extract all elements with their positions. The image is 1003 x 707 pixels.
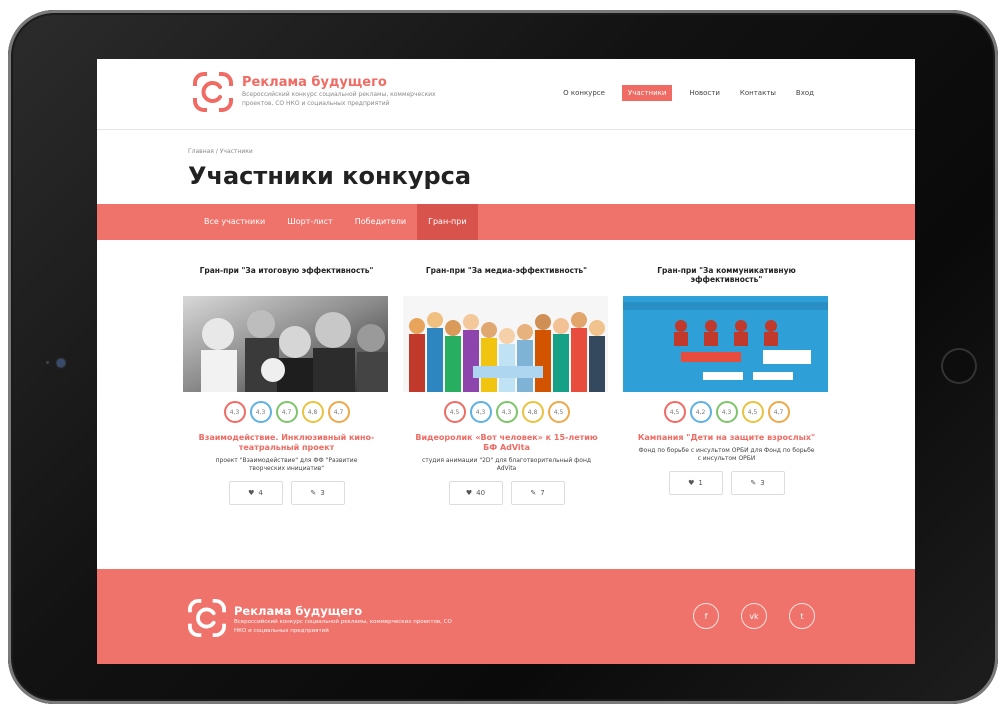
- page-title: Участники конкурса: [188, 162, 472, 190]
- twitter-icon[interactable]: t: [789, 603, 815, 629]
- rating-scores: 4,5 4,3 4,3 4,8 4,5: [403, 401, 610, 423]
- footer-logo-text: Реклама будущего Всероссийский конкурс с…: [234, 604, 454, 636]
- vk-icon[interactable]: vk: [741, 603, 767, 629]
- card-image[interactable]: [623, 296, 828, 392]
- comment-icon: ✎: [750, 479, 757, 487]
- nav-contacts[interactable]: Контакты: [737, 85, 779, 101]
- tab-winners[interactable]: Победители: [344, 204, 417, 240]
- logo-icon[interactable]: [193, 72, 233, 112]
- like-button[interactable]: ♥ 1: [668, 471, 723, 495]
- comment-count: 3: [760, 479, 765, 487]
- like-count: 4: [258, 489, 263, 497]
- nav-news[interactable]: Новости: [686, 85, 722, 101]
- sensor-dot: [46, 361, 49, 364]
- heart-icon: ♥: [688, 479, 695, 487]
- score-badge: 4,2: [689, 401, 712, 423]
- main-nav: О конкурсе Участники Новости Контакты Вх…: [560, 85, 817, 101]
- score-badge: 4,7: [767, 401, 790, 423]
- score-badge: 4,5: [547, 401, 570, 423]
- nav-login[interactable]: Вход: [793, 85, 817, 101]
- card-title[interactable]: Видеоролик «Вот человек» к 15-летию БФ A…: [403, 433, 610, 453]
- heart-icon: ♥: [465, 489, 473, 497]
- card-actions: ♥ 40 ✎ 7: [403, 481, 610, 505]
- comments-button[interactable]: ✎ 7: [510, 481, 565, 505]
- tab-shortlist[interactable]: Шорт-лист: [276, 204, 343, 240]
- comment-count: 3: [320, 489, 325, 497]
- logo-title[interactable]: Реклама будущего: [242, 75, 457, 90]
- facebook-icon[interactable]: f: [693, 603, 719, 629]
- like-button[interactable]: ♥ 4: [228, 481, 283, 505]
- like-button[interactable]: ♥ 40: [448, 481, 503, 505]
- site-footer: Реклама будущего Всероссийский конкурс с…: [97, 569, 915, 664]
- rating-scores: 4,3 4,3 4,7 4,8 4,7: [183, 401, 390, 423]
- comment-icon: ✎: [310, 489, 317, 497]
- card-title[interactable]: Кампания "Дети на защите взрослых": [623, 433, 830, 443]
- card-heading: Гран-при "За итоговую эффективность": [199, 266, 374, 275]
- footer-logo-subtitle: Всероссийский конкурс социальной рекламы…: [234, 619, 452, 634]
- tab-all[interactable]: Все участники: [193, 204, 276, 240]
- score-badge: 4,8: [301, 401, 324, 423]
- comments-button[interactable]: ✎ 3: [730, 471, 785, 495]
- comments-button[interactable]: ✎ 3: [290, 481, 345, 505]
- tabs: Все участники Шорт-лист Победители Гран-…: [193, 204, 478, 240]
- comment-icon: ✎: [530, 489, 537, 497]
- card-participant: Гран-при "За коммуникативную эффективнос…: [623, 266, 830, 495]
- score-badge: 4,5: [663, 401, 686, 423]
- score-badge: 4,3: [249, 401, 272, 423]
- footer-logo-icon[interactable]: [188, 599, 226, 637]
- card-heading: Гран-при "За медиа-эффективность": [425, 266, 588, 275]
- comment-count: 7: [540, 489, 545, 497]
- card-actions: ♥ 4 ✎ 3: [183, 481, 390, 505]
- score-badge: 4,8: [521, 401, 544, 423]
- logo-text: Реклама будущего Всероссийский конкурс с…: [242, 75, 457, 108]
- card-actions: ♥ 1 ✎ 3: [623, 471, 830, 495]
- card-image[interactable]: [183, 296, 388, 392]
- nav-about[interactable]: О конкурсе: [560, 85, 608, 101]
- like-count: 1: [698, 479, 703, 487]
- home-button[interactable]: [941, 348, 977, 384]
- like-count: 40: [476, 489, 486, 497]
- footer-logo-title: Реклама будущего: [234, 604, 363, 618]
- breadcrumb[interactable]: Главная / Участники: [188, 148, 253, 155]
- card-heading: Гран-при "За коммуникативную эффективнос…: [657, 266, 796, 284]
- rating-scores: 4,5 4,2 4,3 4,5 4,7: [623, 401, 830, 423]
- score-badge: 4,7: [327, 401, 350, 423]
- tab-grand-prix[interactable]: Гран-при: [417, 204, 478, 240]
- score-badge: 4,5: [443, 401, 466, 423]
- camera-icon: [57, 359, 65, 367]
- heart-icon: ♥: [248, 489, 255, 497]
- card-participant: Гран-при "За медиа-эффективность" 4,5 4,…: [403, 266, 610, 505]
- tabs-bar: Все участники Шорт-лист Победители Гран-…: [97, 204, 915, 240]
- score-badge: 4,7: [275, 401, 298, 423]
- score-badge: 4,3: [469, 401, 492, 423]
- card-participant: Гран-при "За итоговую эффективность" 4,3…: [183, 266, 390, 505]
- nav-participants[interactable]: Участники: [621, 85, 673, 101]
- screen: Реклама будущего Всероссийский конкурс с…: [97, 59, 915, 664]
- card-image[interactable]: [403, 296, 608, 392]
- card-description: Фонд по борьбе с инсультом ОРБИ для Фонд…: [638, 447, 815, 462]
- score-badge: 4,5: [741, 401, 764, 423]
- score-badge: 4,3: [223, 401, 246, 423]
- card-description: проект "Взаимодействие" для ФФ "Развитие…: [215, 457, 358, 472]
- score-badge: 4,3: [715, 401, 738, 423]
- social-links: f vk t: [693, 603, 815, 629]
- card-title[interactable]: Взаимодействие. Инклюзивный кино-театрал…: [183, 433, 390, 453]
- site-header: Реклама будущего Всероссийский конкурс с…: [97, 59, 915, 130]
- card-description: студия анимации "2D" для благотворительн…: [421, 457, 592, 472]
- score-badge: 4,3: [495, 401, 518, 423]
- logo-subtitle: Всероссийский конкурс социальной рекламы…: [242, 91, 436, 107]
